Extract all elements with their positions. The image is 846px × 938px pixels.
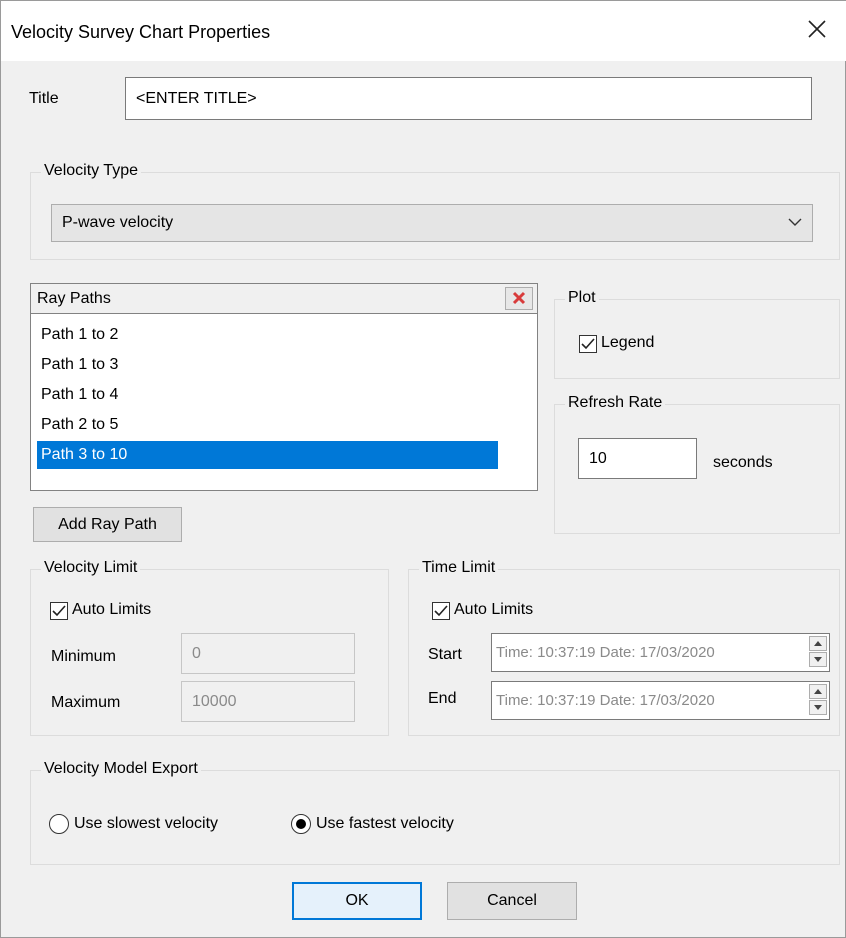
refresh-rate-label: Refresh Rate xyxy=(565,394,666,412)
delete-icon xyxy=(512,291,526,305)
velocity-auto-limits-checkbox[interactable] xyxy=(50,602,68,620)
minimum-label: Minimum xyxy=(51,648,116,665)
window-title: Velocity Survey Chart Properties xyxy=(11,22,271,42)
add-ray-path-button[interactable]: Add Ray Path xyxy=(33,507,182,542)
end-label: End xyxy=(428,690,457,707)
radio-selected-dot xyxy=(296,819,306,829)
checkmark-icon xyxy=(434,605,448,617)
chevron-down-icon xyxy=(814,705,822,710)
end-time-value: Time: 10:37:19 Date: 17/03/2020 xyxy=(496,692,715,709)
start-time-picker[interactable]: Time: 10:37:19 Date: 17/03/2020 xyxy=(491,633,830,672)
ray-paths-header-label: Ray Paths xyxy=(37,290,111,307)
refresh-rate-unit: seconds xyxy=(713,454,773,471)
legend-checkbox[interactable] xyxy=(579,335,597,353)
plot-group: Plot Legend xyxy=(554,289,840,379)
velocity-type-value: P-wave velocity xyxy=(62,214,174,231)
time-limit-group: Time Limit Auto Limits Start Time: 10:37… xyxy=(408,559,840,736)
title-input[interactable] xyxy=(125,77,812,120)
properties-dialog: Velocity Survey Chart Properties Title V… xyxy=(0,0,846,938)
velocity-type-group: Velocity Type P-wave velocity xyxy=(30,162,840,260)
velocity-type-label: Velocity Type xyxy=(41,162,141,180)
chevron-down-icon xyxy=(788,218,802,226)
start-spinner xyxy=(809,636,827,668)
ray-path-item[interactable]: Path 1 to 3 xyxy=(37,351,118,379)
chevron-up-icon xyxy=(814,689,822,694)
ray-paths-header: Ray Paths xyxy=(31,284,537,314)
ray-path-item[interactable]: Path 1 to 4 xyxy=(37,381,118,409)
time-auto-limits-label: Auto Limits xyxy=(454,601,534,618)
spin-up-button[interactable] xyxy=(809,684,827,699)
velocity-model-export-label: Velocity Model Export xyxy=(41,760,201,778)
fastest-velocity-radio[interactable] xyxy=(291,814,311,834)
spin-down-button[interactable] xyxy=(809,652,827,667)
cancel-button[interactable]: Cancel xyxy=(447,882,577,920)
slowest-velocity-label: Use slowest velocity xyxy=(74,815,219,832)
ok-button[interactable]: OK xyxy=(292,882,422,920)
maximum-input[interactable] xyxy=(181,681,355,722)
end-spinner xyxy=(809,684,827,716)
title-label: Title xyxy=(29,90,59,107)
ray-path-item[interactable]: Path 1 to 2 xyxy=(37,321,118,349)
chevron-down-icon xyxy=(814,657,822,662)
chevron-up-icon xyxy=(814,641,822,646)
maximum-label: Maximum xyxy=(51,694,121,711)
start-label: Start xyxy=(428,646,462,663)
minimum-input[interactable] xyxy=(181,633,355,674)
title-bar: Velocity Survey Chart Properties xyxy=(1,1,846,61)
plot-label: Plot xyxy=(565,289,599,307)
refresh-rate-group: Refresh Rate seconds xyxy=(554,394,840,534)
spin-down-button[interactable] xyxy=(809,700,827,715)
ray-paths-list[interactable]: Ray Paths Path 1 to 2 Path 1 to 3 Path 1… xyxy=(30,283,538,491)
ray-path-item-selected[interactable]: Path 3 to 10 xyxy=(37,441,498,469)
refresh-rate-input[interactable] xyxy=(578,438,697,479)
legend-label: Legend xyxy=(601,334,655,351)
velocity-model-export-group: Velocity Model Export Use slowest veloci… xyxy=(30,760,840,865)
end-time-picker[interactable]: Time: 10:37:19 Date: 17/03/2020 xyxy=(491,681,830,720)
velocity-limit-label: Velocity Limit xyxy=(41,559,141,577)
time-auto-limits-checkbox[interactable] xyxy=(432,602,450,620)
slowest-velocity-radio[interactable] xyxy=(49,814,69,834)
checkmark-icon xyxy=(581,338,595,350)
checkmark-icon xyxy=(52,605,66,617)
spin-up-button[interactable] xyxy=(809,636,827,651)
close-icon[interactable] xyxy=(805,17,829,41)
start-time-value: Time: 10:37:19 Date: 17/03/2020 xyxy=(496,644,715,661)
velocity-type-select[interactable]: P-wave velocity xyxy=(51,204,813,242)
ray-path-item[interactable]: Path 2 to 5 xyxy=(37,411,118,439)
velocity-auto-limits-label: Auto Limits xyxy=(72,601,152,618)
remove-ray-path-button[interactable] xyxy=(505,287,533,310)
time-limit-label: Time Limit xyxy=(419,559,499,577)
velocity-limit-group: Velocity Limit Auto Limits Minimum Maxim… xyxy=(30,559,389,736)
fastest-velocity-label: Use fastest velocity xyxy=(316,815,454,832)
